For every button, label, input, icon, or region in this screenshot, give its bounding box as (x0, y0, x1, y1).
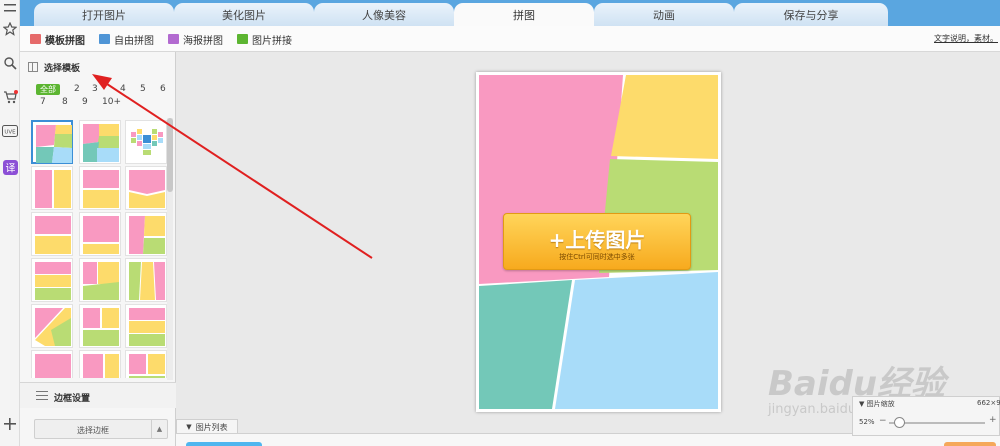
template-thumb[interactable] (125, 350, 167, 378)
image-size: 662×9 (977, 399, 1000, 407)
template-grid (30, 118, 170, 378)
template-thumb[interactable] (79, 258, 121, 302)
filter-5[interactable]: 5 (140, 84, 146, 94)
template-thumb[interactable] (79, 304, 121, 348)
upload-button[interactable]: +上传图片 按住Ctrl可同时选中多张 (503, 213, 691, 270)
panel-title: 选择模板 (44, 63, 81, 74)
free-collage-icon (99, 34, 110, 44)
template-panel: 选择模板 全部 2 3 4 5 6 7 8 9 10+ 边框设置 选择边框 ▲ (20, 52, 176, 446)
list-button-right[interactable] (944, 442, 996, 446)
poster-collage-button[interactable]: 海报拼图 (168, 32, 223, 47)
template-thumb[interactable] (31, 120, 73, 164)
template-icon (28, 62, 38, 72)
tab-label: 拼图 (513, 8, 535, 22)
chevron-up-icon[interactable]: ▲ (151, 420, 167, 438)
toolbar-item-label: 模板拼图 (45, 35, 85, 47)
tab-open-image[interactable]: 打开图片 (34, 3, 174, 26)
zoom-in-icon[interactable]: + (989, 415, 997, 425)
zoom-title-text: 图片缩放 (866, 400, 895, 408)
free-collage-button[interactable]: 自由拼图 (99, 32, 154, 47)
search-icon[interactable] (2, 55, 18, 71)
translate-icon[interactable]: 译 (2, 159, 18, 175)
template-thumb[interactable] (125, 166, 167, 210)
template-scrollbar[interactable] (167, 118, 173, 380)
filter-9[interactable]: 9 (82, 97, 88, 107)
svg-text:UVE: UVE (4, 130, 16, 136)
tab-label: 动画 (653, 8, 675, 22)
tab-beautify[interactable]: 美化图片 (174, 3, 314, 26)
panel-header: 选择模板 (28, 58, 168, 76)
toolbar-item-label: 图片拼接 (252, 35, 292, 47)
template-thumb[interactable] (79, 212, 121, 256)
tab-save-share[interactable]: 保存与分享 (734, 3, 888, 26)
template-thumb[interactable] (31, 258, 73, 302)
zoom-percent: 52% (859, 418, 875, 426)
tab-collage[interactable]: 拼图 (454, 3, 594, 26)
template-thumb[interactable] (125, 258, 167, 302)
chevron-down-icon: ▼ (186, 423, 192, 431)
template-thumb[interactable] (31, 166, 73, 210)
main-tab-bar: 打开图片 美化图片 人像美容 拼图 动画 保存与分享 (20, 0, 1000, 26)
sliders-icon (36, 391, 48, 400)
template-thumb[interactable] (79, 350, 121, 378)
zoom-title: ▼ 图片缩放 (859, 400, 895, 408)
star-icon[interactable] (2, 21, 18, 37)
toolbar-item-label: 海报拼图 (183, 35, 223, 47)
filter-8[interactable]: 8 (62, 97, 68, 107)
border-select-value: 选择边框 (77, 426, 109, 435)
plus-icon[interactable] (2, 416, 18, 432)
filter-2[interactable]: 2 (74, 84, 80, 94)
tab-animation[interactable]: 动画 (594, 3, 734, 26)
tab-label: 人像美容 (362, 8, 406, 22)
filter-4[interactable]: 4 (120, 84, 126, 94)
tab-label: 美化图片 (222, 8, 266, 22)
image-join-icon (237, 34, 248, 44)
collage-cell-blue[interactable] (555, 272, 718, 409)
template-thumb[interactable] (79, 120, 121, 164)
toolbar-item-label: 自由拼图 (114, 35, 154, 47)
border-select[interactable]: 选择边框 ▲ (34, 419, 168, 439)
upload-label: +上传图片 (548, 228, 646, 252)
template-thumb[interactable] (31, 304, 73, 348)
template-thumb[interactable] (31, 350, 73, 378)
list-button-left[interactable] (186, 442, 262, 446)
help-link[interactable]: 文字说明，素材。 (934, 33, 998, 44)
filter-10plus[interactable]: 10+ (102, 97, 121, 107)
zoom-slider-handle[interactable] (893, 417, 905, 428)
template-thumb[interactable] (79, 166, 121, 210)
filter-6[interactable]: 6 (160, 84, 166, 94)
template-thumb[interactable] (125, 212, 167, 256)
image-list-tab[interactable]: ▼ 图片列表 (176, 419, 238, 434)
template-collage-icon (30, 34, 41, 44)
collage-toolbar: 模板拼图 自由拼图 海报拼图 图片拼接 文字说明，素材。 (20, 26, 1000, 52)
template-thumb[interactable] (125, 120, 167, 164)
browser-sidebar: UVE 译 (0, 0, 20, 446)
menu-icon[interactable] (2, 0, 18, 16)
collage-cell-yellow[interactable] (611, 75, 718, 159)
border-settings-header[interactable]: 边框设置 (20, 382, 176, 408)
tab-label: 打开图片 (82, 8, 126, 22)
image-list-label: 图片列表 (195, 422, 228, 432)
app-root: UVE 译 打开图片 美化图片 人像美容 拼图 动画 保存与分享 模板拼图 自由… (0, 0, 1000, 446)
cart-icon[interactable] (2, 89, 18, 105)
svg-text:译: 译 (5, 162, 15, 174)
filter-3[interactable]: 3 (92, 84, 98, 94)
image-join-button[interactable]: 图片拼接 (237, 32, 292, 47)
upload-hint: 按住Ctrl可同时选中多张 (559, 253, 635, 261)
template-collage-button[interactable]: 模板拼图 (30, 32, 85, 47)
border-settings-label: 边框设置 (54, 394, 91, 404)
template-thumb[interactable] (125, 304, 167, 348)
zoom-panel: ▼ 图片缩放 662×9 52% − + (852, 396, 1000, 436)
scrollbar-thumb[interactable] (167, 118, 173, 192)
tab-portrait[interactable]: 人像美容 (314, 3, 454, 26)
tab-label: 保存与分享 (783, 8, 839, 22)
filter-7[interactable]: 7 (40, 97, 46, 107)
template-thumb[interactable] (31, 212, 73, 256)
poster-collage-icon (168, 34, 179, 44)
uve-icon[interactable]: UVE (2, 123, 18, 139)
zoom-out-icon[interactable]: − (879, 416, 887, 426)
filter-all[interactable]: 全部 (36, 84, 60, 95)
